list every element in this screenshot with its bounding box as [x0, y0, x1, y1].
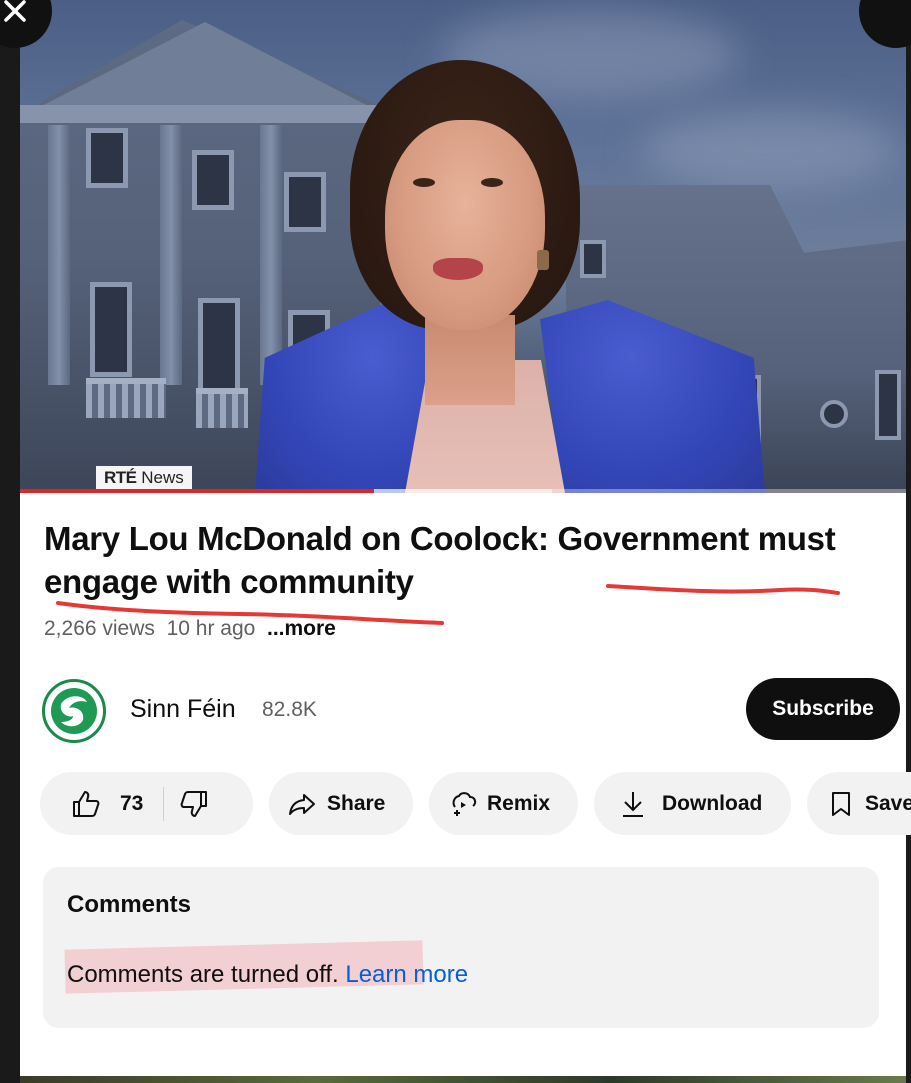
eye — [413, 178, 435, 187]
channel-row: Sinn Féin 82.8K Subscribe — [42, 675, 900, 745]
subscriber-count: 82.8K — [262, 698, 317, 721]
channel-avatar[interactable] — [42, 679, 106, 743]
column — [160, 125, 182, 385]
save-label: Save — [865, 791, 911, 815]
like-divider — [163, 786, 165, 821]
action-bar: 73 Share Remix Download Save — [40, 772, 911, 835]
like-button[interactable]: 73 — [40, 788, 143, 820]
rte-news-label: News — [141, 468, 184, 487]
building-window — [192, 150, 234, 210]
earring — [537, 250, 549, 270]
share-button[interactable]: Share — [269, 772, 413, 835]
remix-icon — [452, 791, 477, 816]
building-window — [86, 128, 128, 188]
upload-age: 10 hr ago — [166, 617, 256, 640]
bookmark-icon — [832, 791, 850, 816]
learn-more-link[interactable]: Learn more — [345, 961, 468, 988]
eye — [481, 178, 503, 187]
comments-section[interactable]: Comments Comments are turned off. Learn … — [43, 867, 879, 1028]
video-meta[interactable]: 2,266 views 10 hr ago ...more — [44, 617, 336, 641]
jacket — [540, 300, 765, 493]
video-details-panel: Mary Lou McDonald on Coolock: Government… — [20, 493, 911, 1083]
download-button[interactable]: Download — [594, 772, 791, 835]
remix-button[interactable]: Remix — [429, 772, 578, 835]
balustrade — [196, 388, 248, 428]
mouth — [433, 258, 483, 280]
sinn-fein-logo-icon — [51, 688, 97, 734]
rte-brand: RTÉ — [104, 468, 137, 487]
speaker — [255, 60, 765, 493]
more-link[interactable]: ...more — [267, 617, 336, 640]
comments-off-text: Comments are turned off. — [67, 961, 346, 988]
next-video-thumbnail-edge[interactable] — [20, 1076, 906, 1083]
close-icon — [4, 0, 26, 22]
building-window — [90, 282, 132, 377]
thumbs-down-icon — [180, 790, 208, 817]
like-count: 73 — [120, 791, 144, 815]
dislike-button[interactable] — [178, 788, 210, 820]
round-window — [820, 400, 848, 428]
subscribe-button[interactable]: Subscribe — [746, 678, 900, 740]
like-dislike-group: 73 — [40, 772, 253, 835]
channel-name[interactable]: Sinn Féin — [130, 695, 236, 724]
share-label: Share — [327, 791, 386, 815]
balustrade — [86, 378, 166, 418]
comments-status: Comments are turned off. Learn more — [67, 961, 468, 989]
download-label: Download — [662, 791, 763, 815]
remix-label: Remix — [487, 791, 551, 815]
comments-heading: Comments — [67, 891, 192, 918]
rte-news-watermark: RTÉ News — [96, 466, 192, 490]
column — [48, 125, 70, 385]
face — [385, 120, 545, 330]
building-window — [198, 298, 240, 393]
download-icon — [623, 791, 643, 817]
video-player[interactable]: RTÉ News — [20, 0, 906, 493]
building-window — [875, 370, 901, 440]
save-button[interactable]: Save — [807, 772, 911, 835]
thumbs-up-icon — [73, 790, 100, 817]
share-icon — [289, 793, 315, 815]
view-count: 2,266 views — [44, 617, 155, 640]
